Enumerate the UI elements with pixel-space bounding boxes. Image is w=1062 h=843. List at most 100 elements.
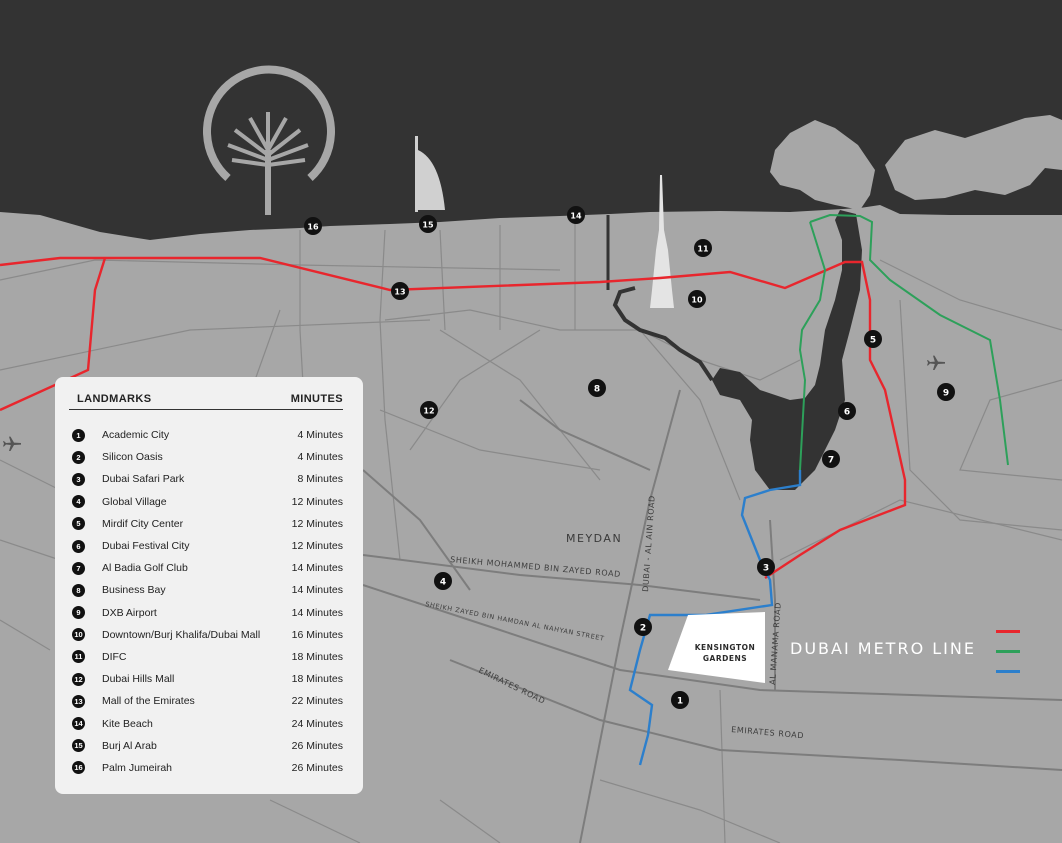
legend-item-name: Kite Beach: [102, 717, 153, 730]
legend-item[interactable]: 10 Downtown/Burj Khalifa/Dubai Mall 16 Min…: [69, 624, 343, 646]
legend-item-name: Academic City: [102, 429, 170, 442]
legend-item[interactable]: 15 Burj Al Arab 26 Minutes: [69, 735, 343, 757]
legend-item-name: Business Bay: [102, 584, 166, 597]
legend-item[interactable]: 14 Kite Beach 24 Minutes: [69, 712, 343, 734]
landmark-pin-1[interactable]: 1: [671, 691, 689, 709]
legend-item-minutes: 26 Minutes: [291, 761, 343, 774]
legend-item-name: Palm Jumeirah: [102, 761, 173, 774]
legend-item-minutes: 12 Minutes: [291, 495, 343, 508]
legend-header: LANDMARKS MINUTES: [69, 393, 343, 410]
svg-text:1: 1: [677, 697, 683, 707]
legend-item[interactable]: 3 Dubai Safari Park 8 Minutes: [69, 468, 343, 490]
legend-item-name: Burj Al Arab: [102, 739, 157, 752]
legend-item-number: 11: [72, 650, 85, 664]
legend-item-minutes: 4 Minutes: [297, 451, 343, 464]
landmark-pin-4[interactable]: 4: [434, 572, 452, 590]
legend-item-minutes: 12 Minutes: [291, 517, 343, 530]
legend-item-number: 12: [72, 672, 85, 686]
svg-text:12: 12: [423, 407, 434, 416]
legend-item-minutes: 14 Minutes: [291, 562, 343, 575]
legend-item[interactable]: 4 Global Village 12 Minutes: [69, 491, 343, 513]
sheikh-zayed-road-label: SHEIKH ZAYED BIN HAMDAN AL NAHYAN STREET: [425, 600, 605, 643]
legend-header-minutes: MINUTES: [290, 393, 343, 405]
legend-item-number: 3: [72, 472, 85, 486]
legend-item-number: 14: [72, 717, 85, 731]
svg-text:3: 3: [763, 564, 769, 574]
emirates-road-label-2: EMIRATES ROAD: [731, 725, 805, 740]
landmark-pin-12[interactable]: 12: [420, 401, 438, 419]
legend-item-minutes: 24 Minutes: [291, 717, 343, 730]
legend-item-name: Al Badia Golf Club: [102, 562, 188, 575]
svg-text:5: 5: [870, 336, 876, 346]
legend-item[interactable]: 13 Mall of the Emirates 22 Minutes: [69, 690, 343, 712]
legend-item-number: 13: [72, 694, 85, 708]
metro-line-legend: [996, 630, 1020, 690]
svg-text:6: 6: [844, 408, 850, 418]
legend-item[interactable]: 12 Dubai Hills Mall 18 Minutes: [69, 668, 343, 690]
kensington-gardens-label-line1: KENSINGTON: [695, 643, 755, 652]
svg-text:7: 7: [828, 456, 834, 466]
legend-item-name: DXB Airport: [102, 606, 157, 619]
legend-item-number: 7: [72, 561, 85, 575]
legend-item[interactable]: 16 Palm Jumeirah 26 Minutes: [69, 757, 343, 779]
legend-item-name: Downtown/Burj Khalifa/Dubai Mall: [102, 628, 261, 641]
legend-item-minutes: 16 Minutes: [291, 628, 343, 641]
landmark-pin-14[interactable]: 14: [567, 206, 585, 224]
legend-item-number: 2: [72, 450, 85, 464]
legend-item-name: Mall of the Emirates: [102, 695, 195, 708]
legend-item-name: DIFC: [102, 650, 127, 663]
landmark-pin-2[interactable]: 2: [634, 618, 652, 636]
legend-item[interactable]: 2 Silicon Oasis 4 Minutes: [69, 446, 343, 468]
legend-item-number: 16: [72, 761, 85, 775]
legend-item[interactable]: 8 Business Bay 14 Minutes: [69, 579, 343, 601]
svg-text:11: 11: [697, 245, 709, 254]
legend-item-number: 10: [72, 628, 85, 642]
legend-item-minutes: 4 Minutes: [297, 429, 343, 442]
landmarks-legend: LANDMARKS MINUTES 1 Academic City 4 Minute…: [55, 377, 363, 794]
metro-swatch-red: [996, 630, 1020, 633]
landmark-pin-9[interactable]: 9: [937, 383, 955, 401]
legend-item[interactable]: 6 Dubai Festival City 12 Minutes: [69, 535, 343, 557]
legend-header-landmarks: LANDMARKS: [77, 393, 152, 405]
landmark-pin-7[interactable]: 7: [822, 450, 840, 468]
landmark-pin-13[interactable]: 13: [391, 282, 409, 300]
legend-item[interactable]: 7 Al Badia Golf Club 14 Minutes: [69, 557, 343, 579]
landmark-pin-10[interactable]: 10: [688, 290, 706, 308]
svg-text:14: 14: [570, 212, 582, 221]
legend-item-number: 15: [72, 739, 85, 753]
legend-item[interactable]: 11 DIFC 18 Minutes: [69, 646, 343, 668]
legend-item-number: 5: [72, 517, 85, 531]
legend-item-name: Mirdif City Center: [102, 517, 184, 530]
svg-text:16: 16: [307, 223, 319, 232]
legend-rows: 1 Academic City 4 Minutes 2 Silicon Oasis 4 M…: [69, 424, 343, 779]
kensington-gardens-label-line2: GARDENS: [703, 654, 747, 663]
landmark-pin-6[interactable]: 6: [838, 402, 856, 420]
al-ain-road-label: DUBAI - AL AIN ROAD: [641, 495, 657, 592]
legend-item[interactable]: 9 DXB Airport 14 Minutes: [69, 602, 343, 624]
emirates-road-label-1: EMIRATES ROAD: [477, 666, 547, 706]
legend-item-name: Dubai Festival City: [102, 540, 190, 553]
landmark-pin-5[interactable]: 5: [864, 330, 882, 348]
landmark-pin-8[interactable]: 8: [588, 379, 606, 397]
legend-item-minutes: 8 Minutes: [297, 473, 343, 486]
legend-item-minutes: 22 Minutes: [291, 695, 343, 708]
dubai-creek: [712, 210, 862, 490]
svg-text:10: 10: [691, 296, 703, 305]
landmark-pin-3[interactable]: 3: [757, 558, 775, 576]
legend-item-number: 8: [72, 583, 85, 597]
legend-item[interactable]: 5 Mirdif City Center 12 Minutes: [69, 513, 343, 535]
landmark-pin-11[interactable]: 11: [694, 239, 712, 257]
svg-text:2: 2: [640, 624, 646, 634]
landmark-pin-16[interactable]: 16: [304, 217, 322, 235]
meydan-label: MEYDAN: [566, 532, 622, 545]
legend-item-minutes: 14 Minutes: [291, 606, 343, 619]
metro-swatch-blue: [996, 670, 1020, 673]
legend-item-name: Dubai Hills Mall: [102, 673, 175, 686]
airport-icon: [3, 436, 21, 451]
legend-item-minutes: 18 Minutes: [291, 673, 343, 686]
landmark-pin-15[interactable]: 15: [419, 215, 437, 233]
legend-item-name: Global Village: [102, 495, 167, 508]
legend-item[interactable]: 1 Academic City 4 Minutes: [69, 424, 343, 446]
metro-line-title: DUBAI METRO LINE: [790, 639, 976, 658]
svg-text:13: 13: [394, 288, 405, 297]
